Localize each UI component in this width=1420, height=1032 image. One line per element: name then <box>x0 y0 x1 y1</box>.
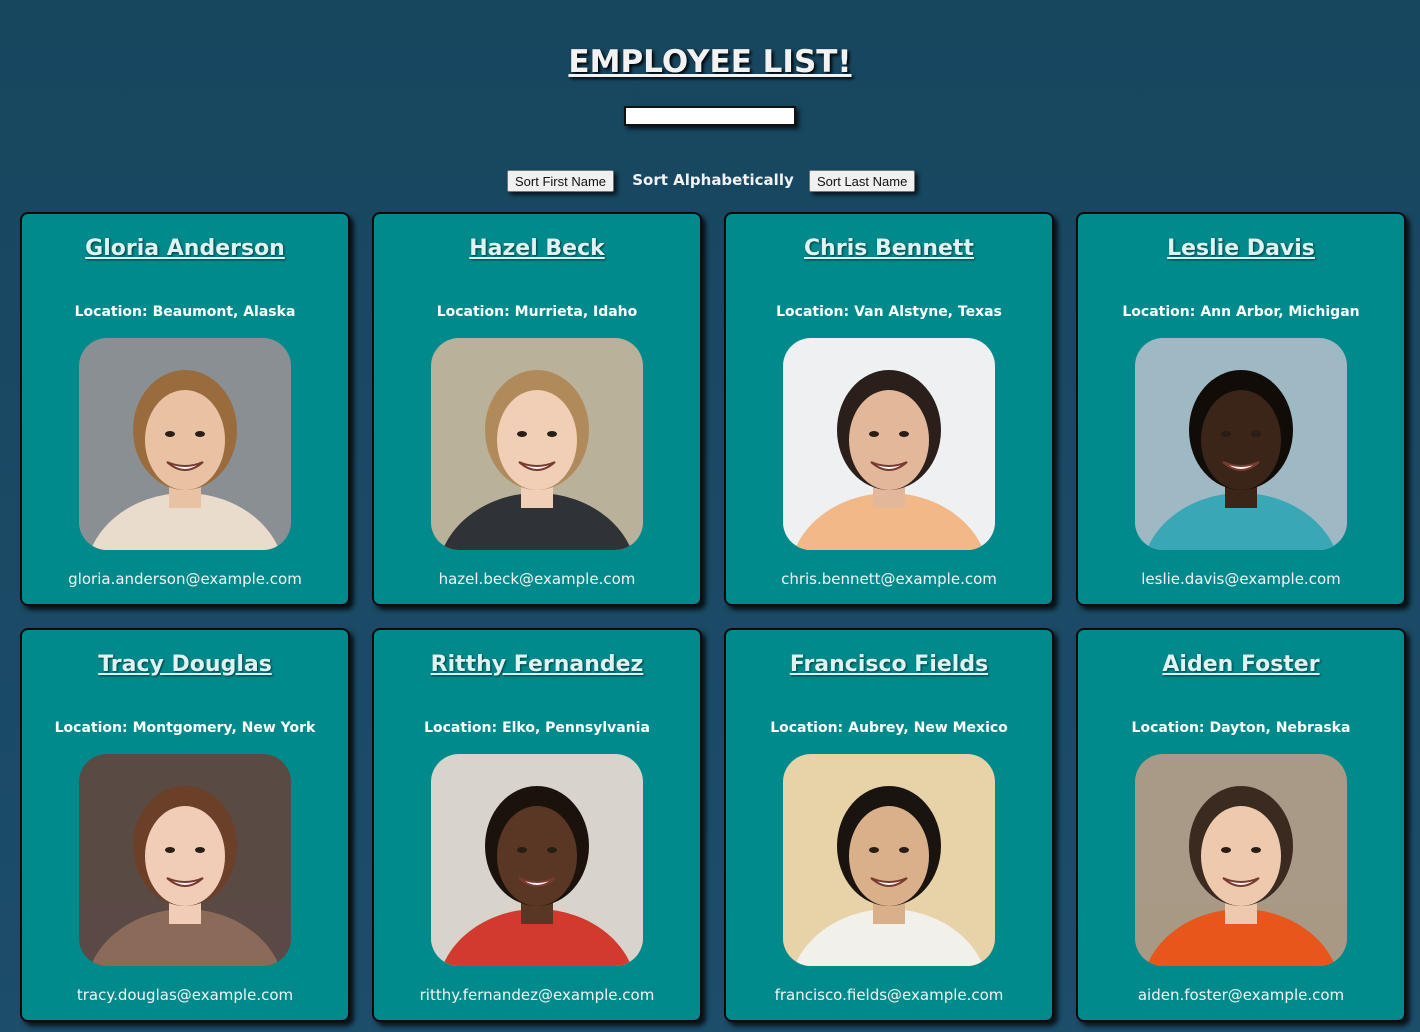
location-value: Aubrey, New Mexico <box>848 720 1008 736</box>
portrait-image <box>783 338 995 550</box>
employee-email: ritthy.fernandez@example.com <box>419 986 655 1004</box>
sort-alphabetically-label: Sort Alphabetically <box>632 171 794 189</box>
location-value: Dayton, Nebraska <box>1209 720 1351 736</box>
sort-first-name-button[interactable]: Sort First Name <box>507 170 615 192</box>
employee-email: tracy.douglas@example.com <box>76 986 294 1004</box>
location-value: Murrieta, Idaho <box>514 304 638 320</box>
employee-email: leslie.davis@example.com <box>1141 570 1341 588</box>
employee-card: Leslie Davis Location: Ann Arbor, Michiga… <box>1076 212 1406 606</box>
location-prefix: Location: <box>1122 304 1196 320</box>
employee-card: Ritthy Fernandez Location: Elko, Pennsylv… <box>372 628 702 1022</box>
portrait-image <box>431 754 643 966</box>
employee-photo <box>783 338 995 550</box>
employee-location: Location: Aubrey, New Mexico <box>726 720 1052 736</box>
employee-photo <box>79 754 291 966</box>
employee-location: Location: Elko, Pennsylvania <box>374 720 700 736</box>
location-value: Van Alstyne, Texas <box>854 304 1002 320</box>
employee-card: Gloria Anderson Location: Beaumont, Alask… <box>20 212 350 606</box>
employee-photo <box>783 754 995 966</box>
portrait-image <box>1135 338 1347 550</box>
employee-email: hazel.beck@example.com <box>438 570 636 588</box>
location-prefix: Location: <box>54 720 128 736</box>
portrait-image <box>79 338 291 550</box>
employee-card: Francisco Fields Location: Aubrey, New Me… <box>724 628 1054 1022</box>
employee-name-link[interactable]: Hazel Beck <box>374 236 700 261</box>
employee-email: chris.bennett@example.com <box>781 570 997 588</box>
employee-email: aiden.foster@example.com <box>1137 986 1345 1004</box>
employee-location: Location: Van Alstyne, Texas <box>726 304 1052 320</box>
portrait-image <box>431 338 643 550</box>
location-prefix: Location: <box>424 720 498 736</box>
employee-name-link[interactable]: Aiden Foster <box>1078 652 1404 677</box>
sort-controls: Sort First Name Sort Alphabetically Sort… <box>0 170 1420 192</box>
employee-card: Aiden Foster Location: Dayton, Nebraska a… <box>1076 628 1406 1022</box>
page-title: EMPLOYEE LIST! <box>568 44 852 80</box>
employee-photo <box>1135 754 1347 966</box>
employee-email: francisco.fields@example.com <box>774 986 1004 1004</box>
employee-name-link[interactable]: Gloria Anderson <box>22 236 348 261</box>
employee-name-link[interactable]: Leslie Davis <box>1078 236 1404 261</box>
location-prefix: Location: <box>436 304 510 320</box>
search-input[interactable] <box>624 106 796 126</box>
employee-directory-page: EMPLOYEE LIST! Sort First Name Sort Alph… <box>0 0 1420 1032</box>
employee-location: Location: Ann Arbor, Michigan <box>1078 304 1404 320</box>
employee-photo <box>431 754 643 966</box>
employee-location: Location: Dayton, Nebraska <box>1078 720 1404 736</box>
employee-email: gloria.anderson@example.com <box>68 570 302 588</box>
location-value: Montgomery, New York <box>132 720 316 736</box>
portrait-image <box>79 754 291 966</box>
employee-location: Location: Murrieta, Idaho <box>374 304 700 320</box>
employee-location: Location: Beaumont, Alaska <box>22 304 348 320</box>
location-value: Ann Arbor, Michigan <box>1200 304 1360 320</box>
employee-card: Hazel Beck Location: Murrieta, Idaho haze… <box>372 212 702 606</box>
employee-name-link[interactable]: Francisco Fields <box>726 652 1052 677</box>
location-prefix: Location: <box>1131 720 1205 736</box>
employee-card: Tracy Douglas Location: Montgomery, New Y… <box>20 628 350 1022</box>
location-value: Elko, Pennsylvania <box>502 720 650 736</box>
employee-grid: Gloria Anderson Location: Beaumont, Alask… <box>20 212 1406 1022</box>
employee-name-link[interactable]: Tracy Douglas <box>22 652 348 677</box>
employee-photo <box>1135 338 1347 550</box>
portrait-image <box>1135 754 1347 966</box>
employee-photo <box>79 338 291 550</box>
employee-card: Chris Bennett Location: Van Alstyne, Texa… <box>724 212 1054 606</box>
location-prefix: Location: <box>770 720 844 736</box>
location-value: Beaumont, Alaska <box>152 304 296 320</box>
employee-name-link[interactable]: Ritthy Fernandez <box>374 652 700 677</box>
portrait-image <box>783 754 995 966</box>
location-prefix: Location: <box>776 304 850 320</box>
employee-location: Location: Montgomery, New York <box>22 720 348 736</box>
employee-photo <box>431 338 643 550</box>
location-prefix: Location: <box>74 304 148 320</box>
employee-name-link[interactable]: Chris Bennett <box>726 236 1052 261</box>
sort-last-name-button[interactable]: Sort Last Name <box>809 170 916 192</box>
